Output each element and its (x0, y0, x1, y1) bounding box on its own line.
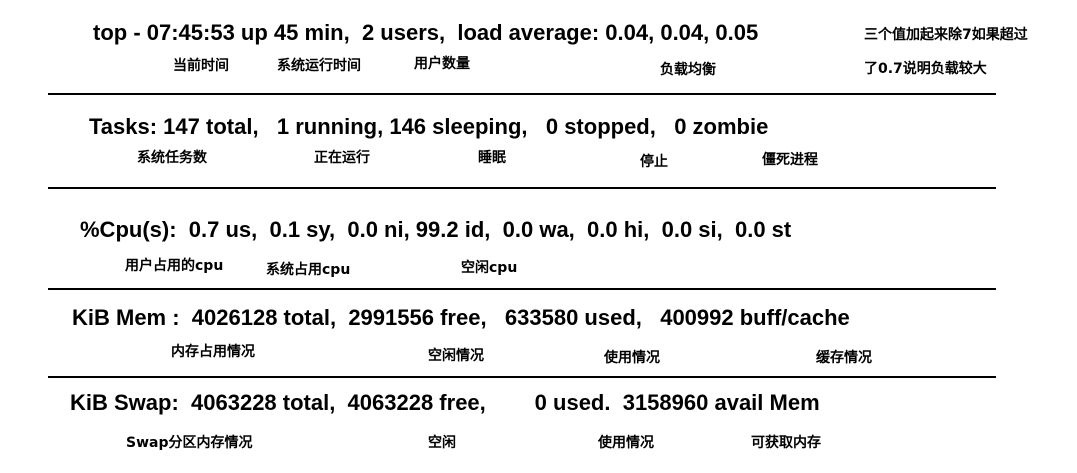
cpu-line: %Cpu(s): 0.7 us, 0.1 sy, 0.0 ni, 99.2 id… (80, 217, 792, 242)
label-zombie: 僵死进程 (762, 152, 818, 168)
label-memory-cache: 缓存情况 (816, 350, 872, 366)
load-average-note-line-2: 了0.7说明负载较大 (864, 61, 987, 77)
label-memory-usage: 内存占用情况 (171, 344, 255, 360)
label-stopped: 停止 (640, 154, 668, 170)
label-memory-free: 空闲情况 (428, 348, 484, 364)
divider-2 (48, 187, 996, 189)
load-average-note-line-1: 三个值加起来除7如果超过 (864, 27, 1028, 43)
swap-line: KiB Swap: 4063228 total, 4063228 free, 0… (70, 390, 820, 415)
divider-4 (48, 376, 996, 378)
label-total-tasks: 系统任务数 (137, 150, 207, 166)
label-sleeping: 睡眠 (478, 150, 506, 166)
label-system-cpu: 系统占用cpu (266, 262, 351, 278)
uptime-line: top - 07:45:53 up 45 min, 2 users, load … (93, 20, 759, 45)
label-available-memory: 可获取内存 (751, 435, 821, 451)
divider-1 (48, 93, 996, 95)
tasks-line: Tasks: 147 total, 1 running, 146 sleepin… (89, 114, 769, 139)
label-current-time: 当前时间 (173, 58, 229, 74)
label-user-count: 用户数量 (414, 56, 470, 72)
label-swap-free: 空闲 (428, 435, 456, 451)
label-swap-used: 使用情况 (598, 435, 654, 451)
memory-line: KiB Mem : 4026128 total, 2991556 free, 6… (72, 305, 850, 330)
divider-3 (48, 288, 996, 290)
label-running: 正在运行 (314, 150, 370, 166)
label-user-cpu: 用户占用的cpu (125, 258, 224, 274)
label-idle-cpu: 空闲cpu (461, 260, 518, 276)
label-uptime: 系统运行时间 (277, 58, 361, 74)
label-swap-usage: Swap分区内存情况 (126, 435, 253, 451)
label-memory-used: 使用情况 (604, 350, 660, 366)
label-load-average: 负载均衡 (660, 62, 716, 78)
